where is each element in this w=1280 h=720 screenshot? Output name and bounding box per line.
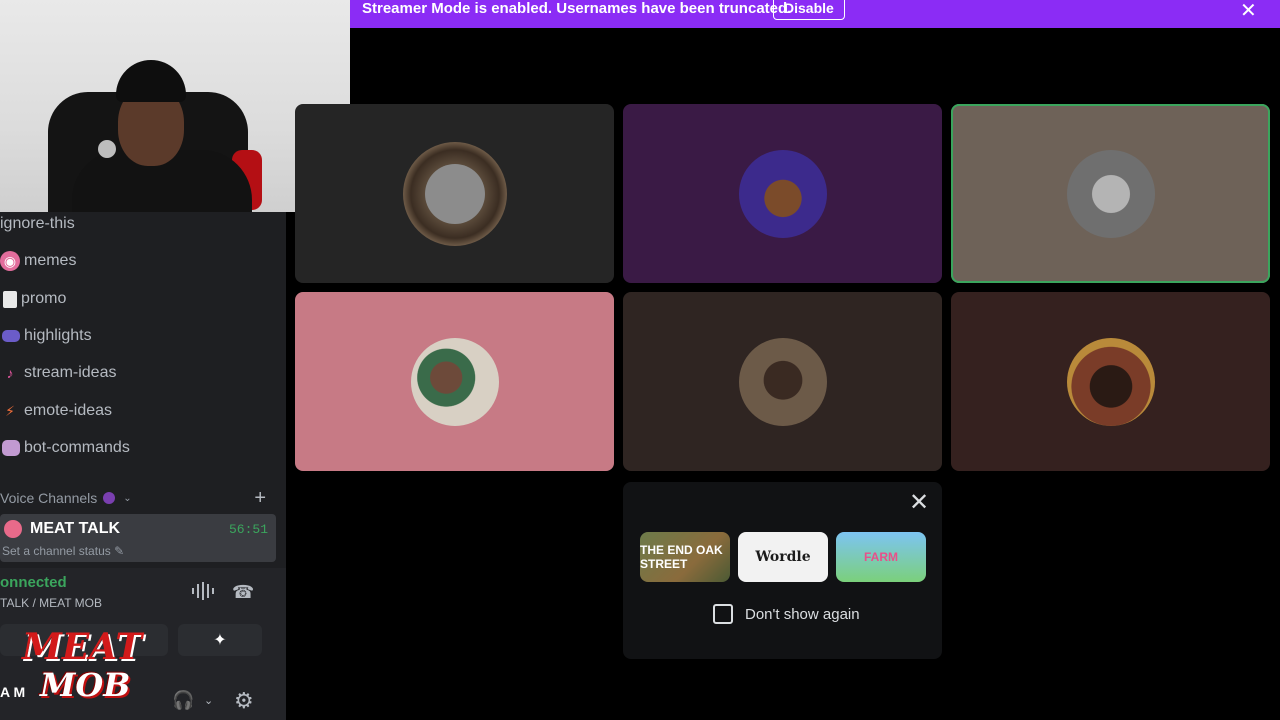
voice-channels-category[interactable]: Voice Channels ⌄ +: [0, 487, 270, 510]
soundboard-button[interactable]: ✦: [178, 624, 262, 656]
participant-tile[interactable]: [623, 292, 942, 471]
disconnect-icon[interactable]: ☎: [232, 582, 254, 603]
channel-promo[interactable]: promo: [0, 284, 66, 314]
video-emoji-icon: [2, 330, 20, 342]
participant-tile[interactable]: [951, 292, 1270, 471]
participant-tile[interactable]: [623, 104, 942, 283]
participant-avatar: [738, 149, 827, 238]
disable-streamer-mode-button[interactable]: Disable: [773, 0, 845, 20]
activity-title: THE END OAK STREET: [640, 543, 723, 571]
channel-memes[interactable]: ◉ memes: [0, 246, 76, 276]
page-emoji-icon: [3, 290, 17, 308]
channel-ignore-this[interactable]: ignore-this: [0, 209, 75, 239]
gear-icon[interactable]: ⚙: [234, 688, 254, 714]
category-label: Voice Channels: [0, 490, 98, 506]
channel-label: highlights: [24, 327, 92, 344]
activity-farm[interactable]: FARM: [836, 532, 926, 582]
channel-bot-commands[interactable]: bot-commands: [0, 433, 130, 463]
channel-label: memes: [24, 252, 77, 269]
meat-mob-logo: MEAT MOB: [14, 608, 164, 718]
activity-title: FARM: [864, 550, 898, 564]
participant-avatar: [410, 337, 499, 426]
category-emoji-icon: [103, 492, 116, 504]
person-cap: [116, 60, 186, 102]
lightning-emoji-icon: ⚡: [5, 402, 15, 419]
close-icon[interactable]: ✕: [909, 488, 929, 517]
activity-title: Wordle: [755, 549, 811, 565]
dont-show-again-label: Don't show again: [745, 605, 860, 623]
connection-status: onnected: [0, 574, 67, 591]
close-icon[interactable]: ✕: [1240, 0, 1257, 23]
soundboard-icon: ✦: [213, 632, 227, 649]
activity-wordle[interactable]: Wordle: [738, 532, 828, 582]
channel-label: promo: [21, 290, 67, 307]
logo-line1: MEAT: [22, 626, 143, 668]
meat-emoji-icon: [4, 520, 22, 538]
channel-label: ignore-this: [0, 215, 75, 232]
chevron-down-icon: ⌄: [123, 492, 132, 504]
participant-avatar: [738, 337, 827, 426]
channel-status-placeholder: Set a channel status: [2, 544, 111, 558]
music-emoji-icon: ♪: [6, 365, 14, 381]
chevron-down-icon[interactable]: ⌄: [204, 694, 213, 707]
participant-avatar: [1066, 149, 1155, 238]
channel-status-field[interactable]: Set a channel status ✎: [2, 544, 124, 558]
participant-tile[interactable]: [295, 292, 614, 471]
voice-channel-meat-talk[interactable]: MEAT TALK 56:51 Set a channel status ✎: [0, 514, 276, 562]
participant-avatar: [402, 141, 507, 246]
pencil-icon: ✎: [114, 544, 125, 558]
dont-show-again-option[interactable]: Don't show again: [713, 603, 860, 625]
participant-tile-speaking[interactable]: [951, 104, 1270, 283]
memes-emoji-icon: ◉: [0, 251, 20, 271]
channel-label: bot-commands: [24, 439, 130, 456]
voice-timer: 56:51: [228, 522, 268, 537]
channel-label: stream-ideas: [24, 364, 117, 381]
noise-suppression-icon[interactable]: [192, 582, 218, 600]
logo-line2: MOB: [40, 666, 131, 704]
headset-icon[interactable]: 🎧: [172, 690, 194, 711]
activities-popover: ✕ THE END OAK STREET Wordle FARM Don't s…: [623, 482, 942, 659]
streamer-mode-bar: Streamer Mode is enabled. Usernames have…: [350, 0, 1280, 28]
voice-channel-name: MEAT TALK: [30, 520, 121, 537]
streamer-mode-message: Streamer Mode is enabled. Usernames have…: [362, 0, 792, 17]
activity-end-oak-street[interactable]: THE END OAK STREET: [640, 532, 730, 582]
microphone: [98, 140, 116, 158]
channel-highlights[interactable]: highlights: [0, 321, 92, 351]
channel-emote-ideas[interactable]: ⚡ emote-ideas: [0, 396, 112, 426]
participant-tile[interactable]: [295, 104, 614, 283]
robot-emoji-icon: [2, 440, 20, 456]
plus-icon[interactable]: +: [254, 487, 266, 510]
channel-label: emote-ideas: [24, 402, 113, 419]
dont-show-again-checkbox[interactable]: [713, 604, 733, 624]
channel-stream-ideas[interactable]: ♪ stream-ideas: [0, 358, 117, 388]
participant-avatar: [1066, 337, 1155, 426]
